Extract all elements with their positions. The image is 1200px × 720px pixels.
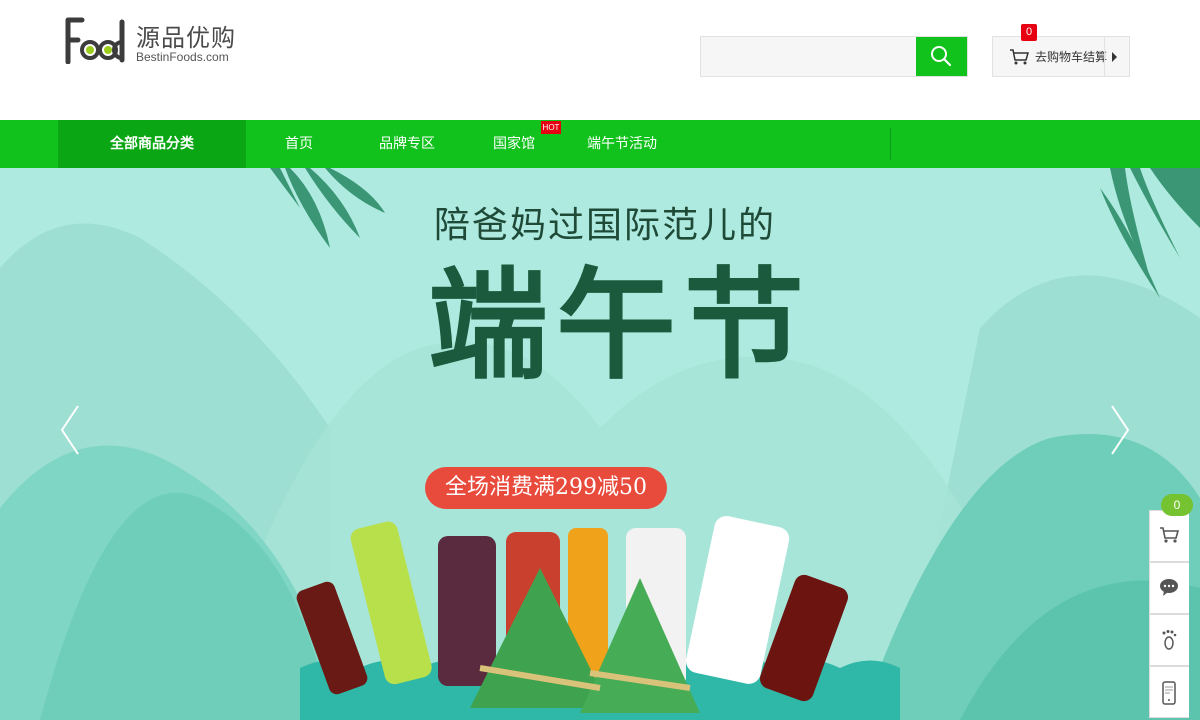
search-input[interactable] — [701, 37, 916, 76]
banner-prev-arrow-icon[interactable] — [58, 402, 82, 458]
side-cart-count-badge: 0 — [1161, 494, 1193, 516]
cart-icon — [1010, 49, 1029, 65]
page: 源品优购 BestinFoods.com 去购物车结算 0 全部商品分类 首页 … — [0, 0, 1200, 720]
footprint-icon — [1162, 630, 1177, 650]
food-logo-icon — [65, 17, 125, 64]
cart-checkout-button[interactable]: 去购物车结算 — [992, 36, 1130, 77]
side-chat-button[interactable] — [1149, 562, 1189, 614]
nav-divider — [890, 128, 891, 160]
mobile-phone-icon — [1162, 681, 1176, 705]
site-logo[interactable]: 源品优购 BestinFoods.com — [64, 12, 254, 68]
side-footprint-button[interactable] — [1149, 614, 1189, 666]
cart-label: 去购物车结算 — [1035, 50, 1108, 64]
promo-banner[interactable]: 陪爸妈过国际范儿的 端午节 全场消费满299减50 — [0, 168, 1200, 720]
nav-item-brands[interactable]: 品牌专区 — [379, 120, 435, 168]
chat-icon — [1160, 579, 1178, 596]
cart-icon — [1160, 527, 1179, 543]
banner-background — [0, 168, 1200, 720]
search-button[interactable] — [916, 37, 967, 76]
cart-arrow-icon — [1112, 52, 1117, 62]
promo-tag: 全场消费满299减50 — [425, 467, 667, 509]
side-cart-button[interactable] — [1149, 510, 1189, 562]
nav-item-home[interactable]: 首页 — [285, 120, 313, 168]
logo-domain: BestinFoods.com — [136, 50, 229, 64]
search-box — [700, 36, 968, 77]
cart-divider — [1104, 37, 1105, 76]
main-nav: 全部商品分类 首页 品牌专区 国家馆 端午节活动 — [0, 120, 1200, 168]
site-header: 源品优购 BestinFoods.com 去购物车结算 0 — [0, 0, 1200, 120]
logo-chinese-name: 源品优购 — [136, 24, 236, 52]
search-icon — [931, 46, 952, 67]
nav-item-country-pavilion[interactable]: 国家馆 — [493, 120, 535, 168]
banner-next-arrow-icon[interactable] — [1108, 402, 1132, 458]
banner-title: 端午节 — [428, 255, 812, 396]
all-categories-button[interactable]: 全部商品分类 — [58, 120, 246, 168]
hot-badge: HOT — [541, 121, 561, 134]
side-mobile-button[interactable] — [1149, 666, 1189, 718]
nav-item-dragon-boat-event[interactable]: 端午节活动 — [587, 120, 657, 168]
side-toolbar — [1149, 500, 1200, 720]
cart-count-badge: 0 — [1021, 24, 1037, 41]
banner-headline: 陪爸妈过国际范儿的 — [434, 205, 777, 246]
